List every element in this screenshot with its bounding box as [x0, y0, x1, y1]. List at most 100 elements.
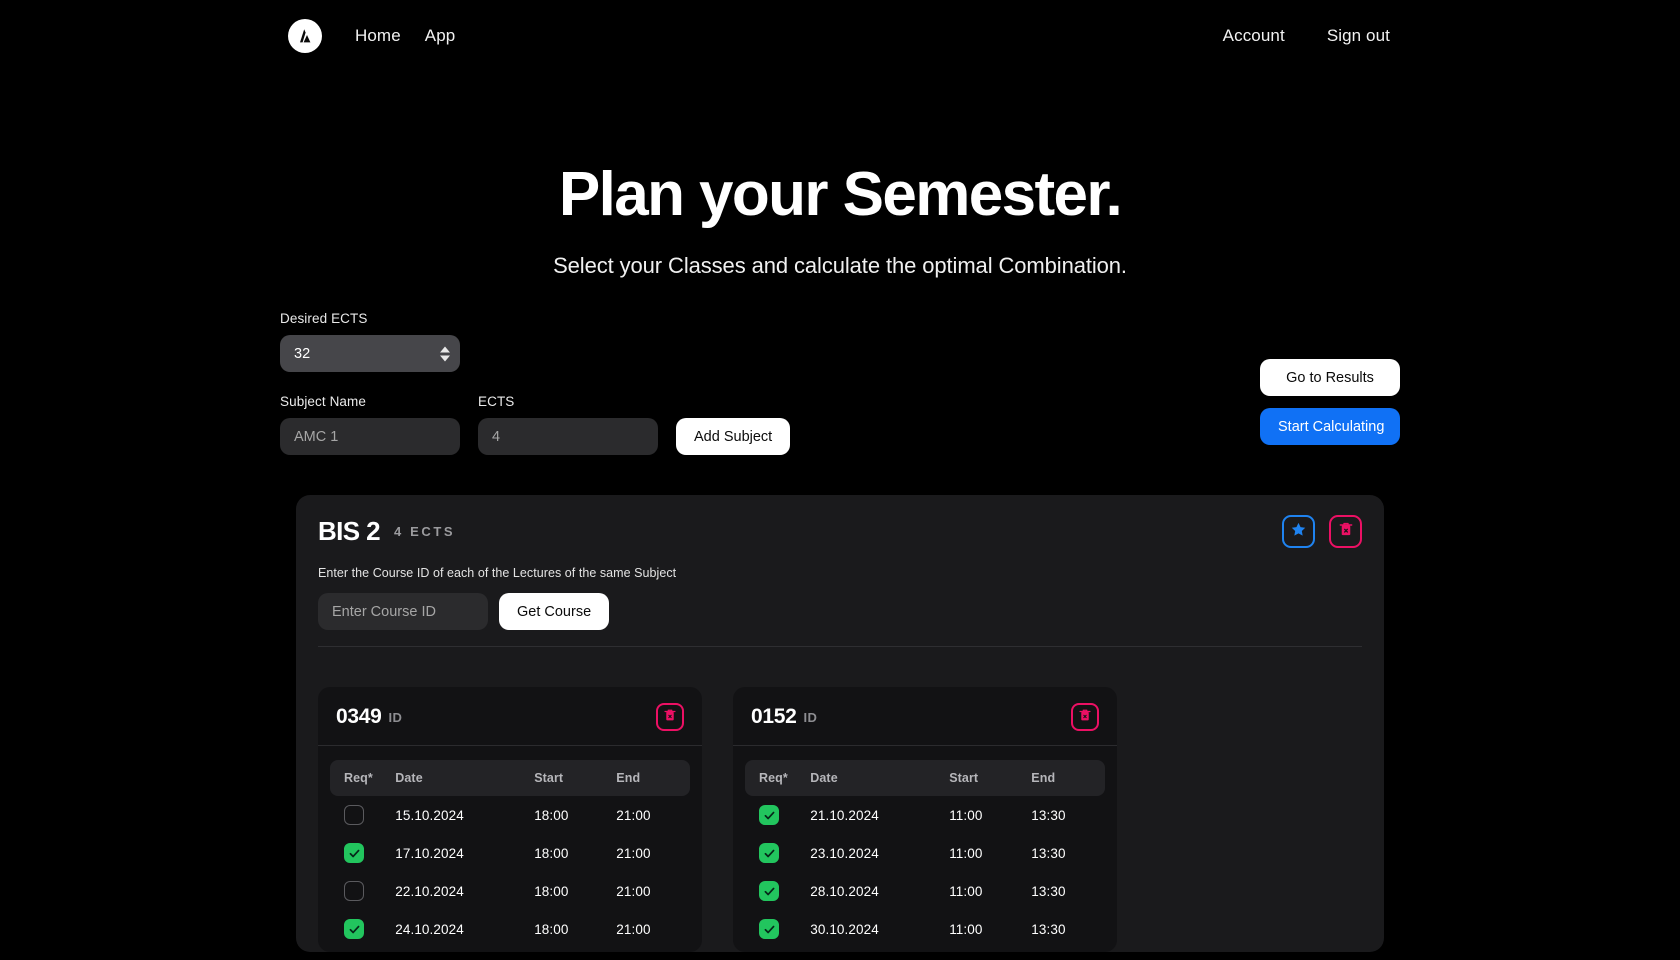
req-cell — [745, 796, 810, 834]
get-course-button[interactable]: Get Course — [499, 593, 610, 631]
course-id-suffix: ID — [803, 709, 818, 725]
req-cell — [330, 834, 395, 872]
subject-name-label: Subject Name — [280, 394, 366, 410]
primary-actions: Go to Results Start Calculating — [1260, 359, 1400, 446]
start-cell: 18:00 — [534, 807, 569, 823]
start-cell: 11:00 — [949, 883, 983, 899]
nav-link-app[interactable]: App — [425, 26, 456, 46]
start-cell: 18:00 — [534, 883, 569, 899]
checkbox-checked[interactable] — [344, 843, 364, 864]
desired-ects-group: Desired ECTS — [280, 311, 460, 373]
date-cell: 22.10.2024 — [395, 883, 464, 899]
delete-subject-button[interactable] — [1329, 515, 1362, 549]
table-row: 22.10.2024 18:00 21:00 — [330, 872, 690, 910]
start-cell: 11:00 — [949, 845, 983, 861]
nav-left-group: Home App — [288, 19, 455, 53]
delete-course-button[interactable] — [656, 703, 684, 732]
date-cell: 30.10.2024 — [810, 921, 879, 937]
go-to-results-button[interactable]: Go to Results — [1260, 359, 1400, 397]
course-card: 0152 ID Req* Date Start End 21.10.2024 1… — [733, 687, 1117, 953]
course-card-header: 0349 ID — [318, 687, 702, 747]
table-header: Req* Date Start End — [330, 760, 690, 797]
end-cell: 21:00 — [616, 845, 651, 861]
nav-right-group: Account Sign out — [1223, 26, 1390, 46]
column-header-end: End — [1031, 771, 1056, 786]
table-body: 15.10.2024 18:00 21:00 17.10.2024 18:00 … — [330, 796, 690, 948]
end-cell: 21:00 — [616, 921, 651, 937]
hero-section: Plan your Semester. Select your Classes … — [0, 72, 1680, 279]
end-cell: 21:00 — [616, 883, 651, 899]
course-id-suffix: ID — [388, 709, 403, 725]
lecture-table: Req* Date Start End 21.10.2024 11:00 13:… — [745, 760, 1105, 948]
date-cell: 21.10.2024 — [810, 807, 879, 823]
trash-delete-icon — [663, 708, 677, 727]
checkbox-checked[interactable] — [759, 805, 779, 826]
course-id-input[interactable] — [318, 593, 488, 631]
column-header-end: End — [616, 771, 641, 786]
table-row: 21.10.2024 11:00 13:30 — [745, 796, 1105, 834]
trash-delete-icon — [1078, 708, 1092, 727]
checkbox-unchecked[interactable] — [344, 881, 364, 902]
add-subject-row: Subject Name ECTS Add Subject — [280, 394, 1400, 456]
subject-card-header: BIS 2 4 ECTS — [296, 495, 1384, 564]
date-cell: 23.10.2024 — [810, 845, 879, 861]
add-subject-button[interactable]: Add Subject — [676, 418, 791, 456]
page-title: Plan your Semester. — [558, 160, 1123, 229]
course-id-row: Get Course — [318, 593, 1362, 631]
subject-ects-label: ECTS — [478, 394, 515, 410]
course-id-value: 0152 — [751, 705, 797, 729]
subject-name-input[interactable] — [280, 418, 460, 456]
subject-ects-badge: 4 ECTS — [394, 524, 456, 540]
stepper-up-icon[interactable] — [440, 346, 450, 353]
nav-link-home[interactable]: Home — [355, 26, 401, 46]
date-cell: 15.10.2024 — [395, 807, 464, 823]
table-row: 23.10.2024 11:00 13:30 — [745, 834, 1105, 872]
date-cell: 28.10.2024 — [810, 883, 879, 899]
end-cell: 13:30 — [1031, 883, 1066, 899]
table-header: Req* Date Start End — [745, 760, 1105, 797]
delete-course-button[interactable] — [1071, 703, 1099, 732]
course-id-hint: Enter the Course ID of each of the Lectu… — [318, 566, 677, 581]
star-icon — [1290, 521, 1307, 543]
start-cell: 11:00 — [949, 921, 983, 937]
table-row: 28.10.2024 11:00 13:30 — [745, 872, 1105, 910]
subject-ects-input[interactable] — [478, 418, 658, 456]
req-cell — [330, 910, 395, 948]
checkbox-unchecked[interactable] — [344, 805, 364, 826]
checkbox-checked[interactable] — [759, 919, 779, 940]
nav-link-account[interactable]: Account — [1223, 26, 1285, 46]
column-header-start: Start — [534, 771, 564, 786]
desired-ects-wrapper — [280, 335, 460, 373]
date-cell: 17.10.2024 — [395, 845, 464, 861]
nav-primary-links: Home App — [355, 26, 455, 46]
column-header-req: Req* — [344, 771, 373, 786]
start-calculating-button[interactable]: Start Calculating — [1260, 408, 1400, 446]
req-cell — [745, 872, 810, 910]
checkbox-checked[interactable] — [759, 881, 779, 902]
number-stepper[interactable] — [440, 346, 450, 362]
triangle-a-logo-icon[interactable] — [288, 19, 322, 53]
lecture-table: Req* Date Start End 15.10.2024 18:00 21:… — [330, 760, 690, 948]
column-header-start: Start — [949, 771, 979, 786]
stepper-down-icon[interactable] — [440, 355, 450, 362]
trash-delete-icon — [1338, 521, 1354, 542]
desired-ects-input[interactable] — [280, 335, 460, 373]
date-cell: 24.10.2024 — [395, 921, 464, 937]
column-header-date: Date — [810, 771, 838, 786]
table-row: 24.10.2024 18:00 21:00 — [330, 910, 690, 948]
checkbox-checked[interactable] — [344, 919, 364, 940]
lecture-table-wrapper: Req* Date Start End 15.10.2024 18:00 21:… — [318, 746, 702, 952]
course-id-value: 0349 — [336, 705, 382, 729]
column-header-date: Date — [395, 771, 423, 786]
end-cell: 13:30 — [1031, 921, 1066, 937]
checkbox-checked[interactable] — [759, 843, 779, 864]
course-card-list: 0349 ID Req* Date Start End 15.10.2024 1… — [296, 665, 1384, 953]
start-cell: 11:00 — [949, 807, 983, 823]
nav-link-sign-out[interactable]: Sign out — [1327, 26, 1390, 46]
subject-ects-group: ECTS — [478, 394, 658, 456]
subject-card-actions — [1282, 515, 1362, 549]
table-row: 17.10.2024 18:00 21:00 — [330, 834, 690, 872]
favorite-subject-button[interactable] — [1282, 515, 1315, 549]
section-divider — [318, 646, 1362, 648]
lecture-table-wrapper: Req* Date Start End 21.10.2024 11:00 13:… — [733, 746, 1117, 952]
